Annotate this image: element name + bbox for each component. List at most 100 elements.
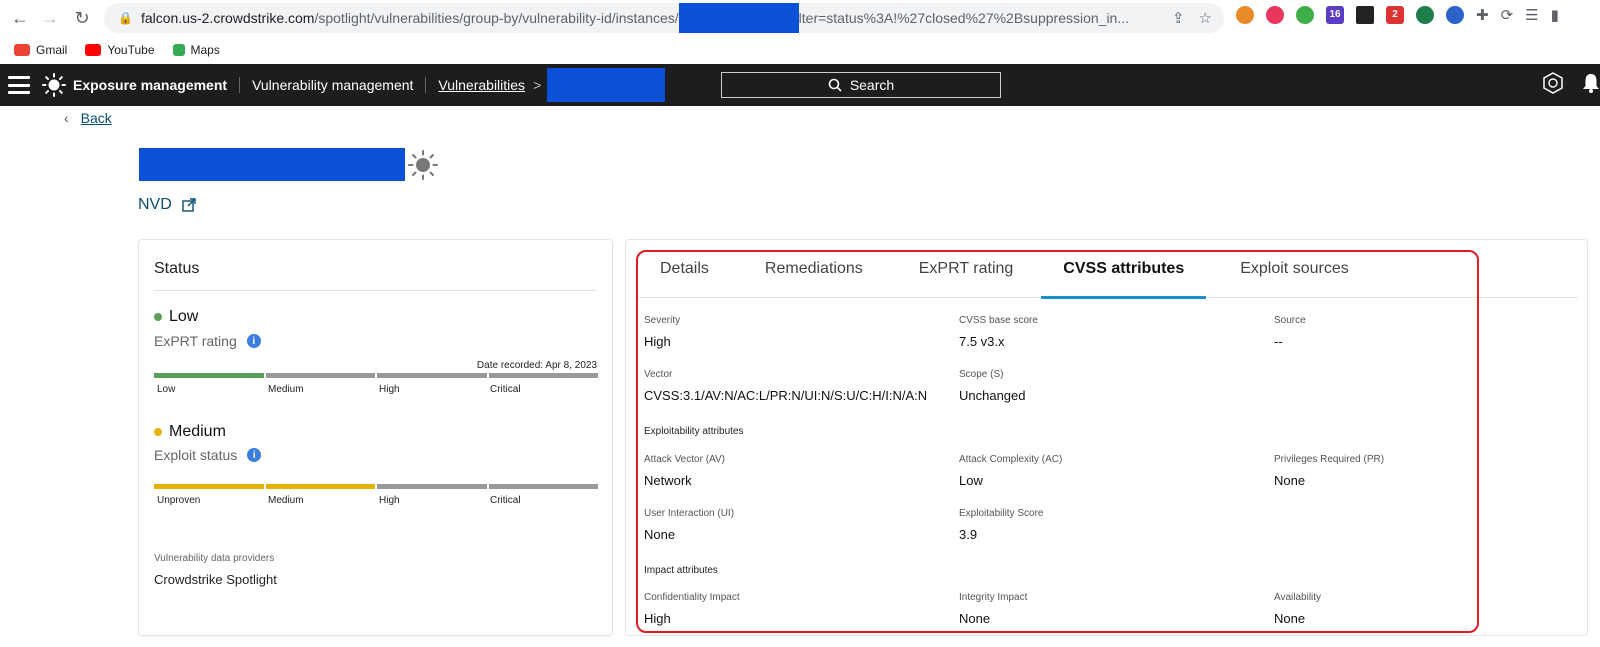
extension-icon[interactable] [1266, 6, 1284, 24]
extension-badge-icon[interactable]: 2 [1386, 6, 1404, 24]
puzzle-icon[interactable]: ✚ [1476, 6, 1489, 24]
providers-label: Vulnerability data providers [154, 553, 275, 564]
field-label: Availability [1274, 592, 1322, 603]
field-base-score: CVSS base score 7.5 v3.x [959, 315, 1038, 349]
field-value: None [644, 527, 676, 542]
bar-segment-medium [265, 373, 375, 378]
bookmark-label: Gmail [36, 43, 68, 57]
tab-details[interactable]: Details [638, 240, 731, 298]
sync-icon[interactable]: ⟳ [1501, 6, 1514, 24]
extension-icon[interactable] [1416, 6, 1434, 24]
bar-label: Medium [268, 495, 304, 506]
redacted-block [678, 3, 799, 33]
sidepanel-icon[interactable]: ▮ [1551, 6, 1559, 24]
tab-remediations[interactable]: Remediations [731, 240, 891, 298]
app-header: Exposure management Vulnerability manage… [0, 64, 1600, 106]
extension-icon[interactable] [1296, 6, 1314, 24]
tab-exprt-rating[interactable]: ExPRT rating [891, 240, 1042, 298]
url-host: falcon.us-2.crowdstrike.com [140, 10, 315, 26]
address-bar[interactable]: 🔒 falcon.us-2.crowdstrike.com /spotlight… [104, 3, 1224, 33]
sun-icon [408, 150, 438, 180]
bookmark-label: YouTube [107, 43, 155, 57]
back-arrow-icon[interactable]: ← [8, 6, 32, 30]
star-icon[interactable]: ☆ [1199, 9, 1212, 27]
field-user-interaction: User Interaction (UI) None [644, 508, 734, 542]
youtube-icon [85, 44, 102, 56]
exprt-label-row: ExPRT rating i [154, 333, 261, 349]
field-source: Source -- [1274, 315, 1306, 349]
bar-label: High [379, 384, 400, 395]
exploit-value: Medium [169, 423, 226, 440]
extension-icon[interactable] [1236, 6, 1254, 24]
exprt-label: ExPRT rating [154, 333, 237, 349]
exploitability-heading: Exploitability attributes [644, 426, 744, 437]
maps-icon [172, 44, 185, 56]
info-icon[interactable]: i [247, 448, 262, 462]
reading-list-icon[interactable]: ☰ [1525, 6, 1538, 24]
back-link[interactable]: ‹ Back [64, 110, 112, 126]
gmail-icon [14, 44, 30, 56]
bookmark-gmail[interactable]: Gmail [14, 43, 67, 57]
date-recorded: Date recorded: Apr 8, 2023 [476, 360, 597, 371]
bell-icon[interactable] [1582, 72, 1600, 94]
field-exploitability-score: Exploitability Score 3.9 [959, 508, 1043, 542]
bookmark-maps[interactable]: Maps [172, 43, 220, 57]
divider [154, 290, 597, 291]
info-icon[interactable]: i [246, 334, 261, 348]
forward-arrow-icon[interactable]: → [38, 6, 62, 30]
breadcrumb-module[interactable]: Vulnerability management [240, 77, 427, 93]
status-title: Status [154, 260, 200, 277]
bookmark-youtube[interactable]: YouTube [85, 43, 155, 57]
field-value: High [644, 611, 671, 626]
exploit-label-row: Exploit status i [154, 447, 262, 463]
status-card: Status Low ExPRT rating i Date recorded:… [138, 239, 613, 636]
field-confidentiality: Confidentiality Impact High [644, 592, 740, 626]
bar-segment-medium [265, 484, 375, 489]
tab-bar: Details Remediations ExPRT rating CVSS a… [638, 240, 1578, 299]
extension-badge-icon[interactable]: 16 [1326, 6, 1344, 24]
breadcrumb-product[interactable]: Exposure management [73, 77, 241, 93]
header-actions [1542, 72, 1600, 94]
search-button[interactable]: Search [721, 72, 1001, 98]
exprt-rating-value: Low [154, 308, 198, 326]
field-value: CVSS:3.1/AV:N/AC:L/PR:N/UI:N/S:U/C:H/I:N… [644, 388, 928, 403]
extension-icon[interactable] [1446, 6, 1464, 24]
extensions-bar: 16 2 ✚ ⟳ ☰ ▮ [1236, 6, 1559, 24]
field-value: None [1274, 473, 1306, 488]
share-icon[interactable]: ⇪ [1172, 9, 1185, 27]
bar-segment-critical [488, 373, 598, 378]
exploit-bar-labels: Unproven Medium High Critical [154, 495, 598, 506]
bar-label: Unproven [157, 495, 201, 506]
bar-segment-high [377, 373, 487, 378]
field-label: User Interaction (UI) [644, 508, 735, 519]
field-label: Attack Complexity (AC) [959, 454, 1063, 465]
field-attack-complexity: Attack Complexity (AC) Low [959, 454, 1062, 488]
providers-value: Crowdstrike Spotlight [154, 572, 277, 587]
extension-icon[interactable] [1356, 6, 1374, 24]
bar-segment-high [377, 484, 487, 489]
tab-exploit-sources[interactable]: Exploit sources [1206, 240, 1375, 298]
shield-badge-icon[interactable] [1542, 72, 1564, 94]
field-scope: Scope (S) Unchanged [959, 369, 1026, 403]
field-availability: Availability None [1274, 592, 1321, 626]
reload-icon[interactable]: ↻ [70, 6, 94, 30]
field-label: Vector [644, 369, 673, 380]
bar-segment-critical [488, 484, 598, 489]
field-value: None [1274, 611, 1306, 626]
exprt-bar-labels: Low Medium High Critical [154, 384, 598, 395]
tab-cvss-attributes[interactable]: CVSS attributes [1041, 240, 1207, 299]
nvd-link[interactable]: NVD [138, 196, 196, 214]
field-value: High [644, 334, 671, 349]
field-label: Attack Vector (AV) [644, 454, 725, 465]
external-link-icon [182, 198, 196, 212]
browser-toolbar: ← → ↻ 🔒 falcon.us-2.crowdstrike.com /spo… [0, 0, 1600, 36]
bookmark-label: Maps [190, 43, 220, 57]
field-value: -- [1274, 334, 1283, 349]
menu-icon[interactable] [8, 76, 30, 94]
chevron-left-icon: ‹ [64, 110, 69, 126]
highlight-annotation [636, 250, 1479, 633]
field-privileges-required: Privileges Required (PR) None [1274, 454, 1384, 488]
bar-label: Critical [490, 495, 521, 506]
field-value: Low [959, 473, 983, 488]
breadcrumb-vulnerabilities[interactable]: Vulnerabilities [426, 77, 537, 93]
